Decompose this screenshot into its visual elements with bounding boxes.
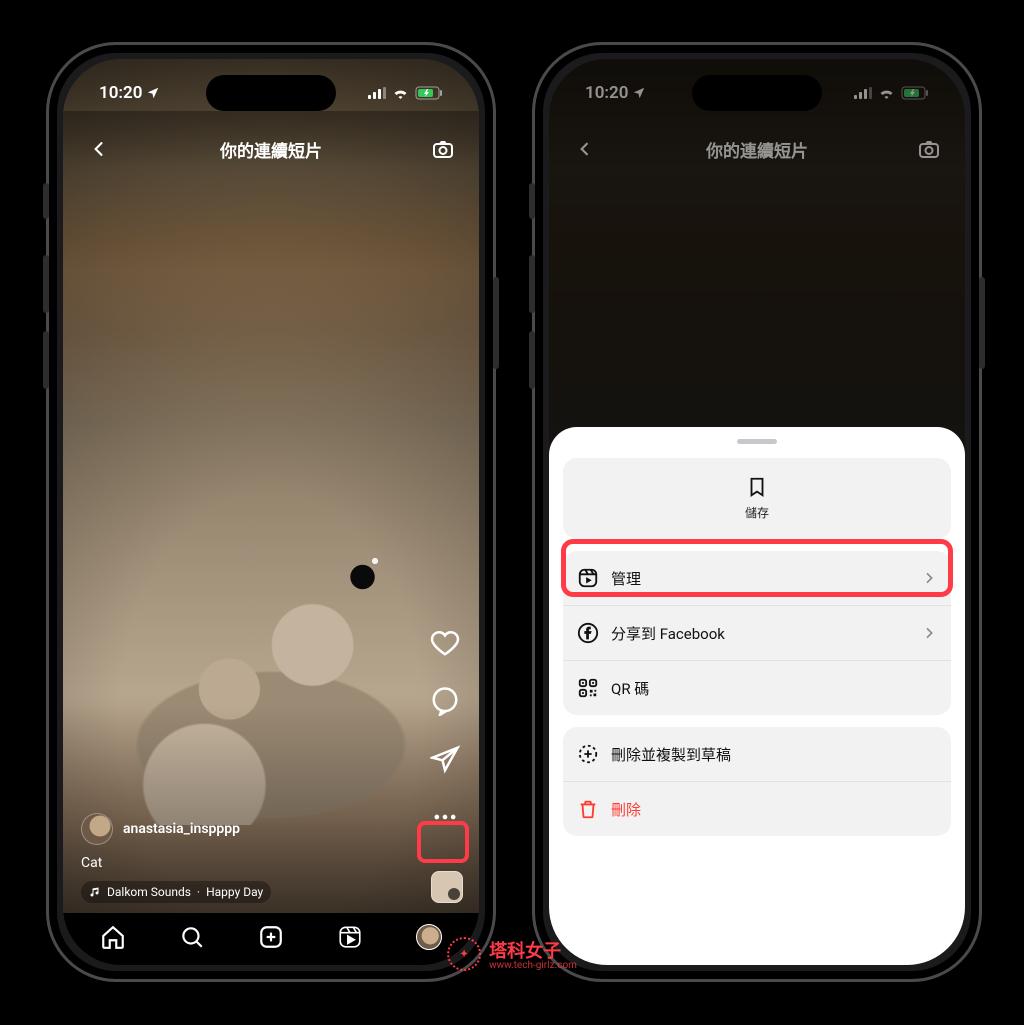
reel-user[interactable]: anastasia_inspppp [81,813,389,845]
share-button[interactable] [427,741,463,777]
nav-reels[interactable] [333,920,367,954]
action-sheet: 儲存 管理 分享到 Facebook QR 碼 [549,427,965,965]
sheet-qr[interactable]: QR 碼 [563,660,951,715]
sheet-draft-label: 刪除並複製到草稿 [611,744,937,765]
location-icon [146,86,160,100]
nav-create[interactable] [254,920,288,954]
camera-button[interactable] [913,133,945,165]
qr-icon [577,677,599,699]
location-icon [632,86,646,100]
watermark: ✦ 塔科女子 www.tech-girlz.com [447,937,577,971]
reel-action-rail [427,625,463,835]
side-button [43,183,49,219]
phone-right: 10:20 你的連續短片 儲存 [532,42,982,982]
watermark-badge-icon: ✦ [447,937,481,971]
phone-left: 10:20 你的連續短片 [46,42,496,982]
music-title: Happy Day [206,885,263,899]
chevron-right-icon [921,625,937,641]
sheet-grabber[interactable] [737,439,777,444]
bookmark-icon [746,476,768,498]
back-button[interactable] [569,133,601,165]
reels-manage-icon [577,567,599,589]
app-header: 你的連續短片 [549,127,965,171]
wifi-icon [392,87,409,99]
sound-thumbnail[interactable] [431,871,463,903]
reel-caption: Cat [81,855,389,871]
battery-icon [901,86,929,100]
like-button[interactable] [427,625,463,661]
chevron-right-icon [921,570,937,586]
app-header: 你的連續短片 [63,127,479,171]
status-time: 10:20 [585,83,628,103]
side-button [529,183,535,219]
sheet-delete-label: 刪除 [611,799,937,820]
highlight-more-button [417,821,469,863]
status-time: 10:20 [99,83,142,103]
sheet-save-label: 儲存 [745,504,769,521]
sheet-manage[interactable]: 管理 [563,551,951,605]
side-button [493,277,499,369]
sheet-group-2: 刪除並複製到草稿 刪除 [563,727,951,836]
dynamic-island [692,75,822,111]
side-button [43,331,49,389]
sheet-qr-label: QR 碼 [611,678,937,699]
sheet-manage-label: 管理 [611,568,909,589]
user-avatar[interactable] [81,813,113,845]
page-title: 你的連續短片 [115,137,427,162]
nav-search[interactable] [175,920,209,954]
page-title: 你的連續短片 [601,137,913,162]
add-dashed-icon [577,743,599,765]
watermark-brand: 塔科女子 [489,941,561,962]
comment-button[interactable] [427,683,463,719]
signal-icon [854,87,872,99]
side-button [529,331,535,389]
back-button[interactable] [83,133,115,165]
sheet-delete-draft[interactable]: 刪除並複製到草稿 [563,727,951,781]
profile-avatar[interactable] [416,924,442,950]
battery-icon [415,86,443,100]
dynamic-island [206,75,336,111]
facebook-icon [577,622,599,644]
camera-button[interactable] [427,133,459,165]
nav-home[interactable] [96,920,130,954]
nav-profile[interactable] [412,920,446,954]
side-button [43,255,49,313]
side-button [529,255,535,313]
trash-icon [577,798,599,820]
sheet-share-fb-label: 分享到 Facebook [611,623,909,644]
music-icon [89,886,101,898]
watermark-site: www.tech-girlz.com [489,960,577,971]
sheet-group-1: 管理 分享到 Facebook QR 碼 [563,551,951,715]
music-artist: Dalkom Sounds [107,885,191,899]
bottom-nav [63,913,479,965]
reel-music[interactable]: Dalkom Sounds · Happy Day [81,881,271,903]
reel-info: anastasia_inspppp Cat Dalkom Sounds · Ha… [81,813,389,903]
sheet-save[interactable]: 儲存 [563,458,951,539]
signal-icon [368,87,386,99]
sheet-delete[interactable]: 刪除 [563,781,951,836]
screen: 10:20 你的連續短片 儲存 [549,59,965,965]
screen: 10:20 你的連續短片 [63,59,479,965]
wifi-icon [878,87,895,99]
sheet-share-facebook[interactable]: 分享到 Facebook [563,605,951,660]
side-button [979,277,985,369]
username[interactable]: anastasia_inspppp [123,821,240,837]
